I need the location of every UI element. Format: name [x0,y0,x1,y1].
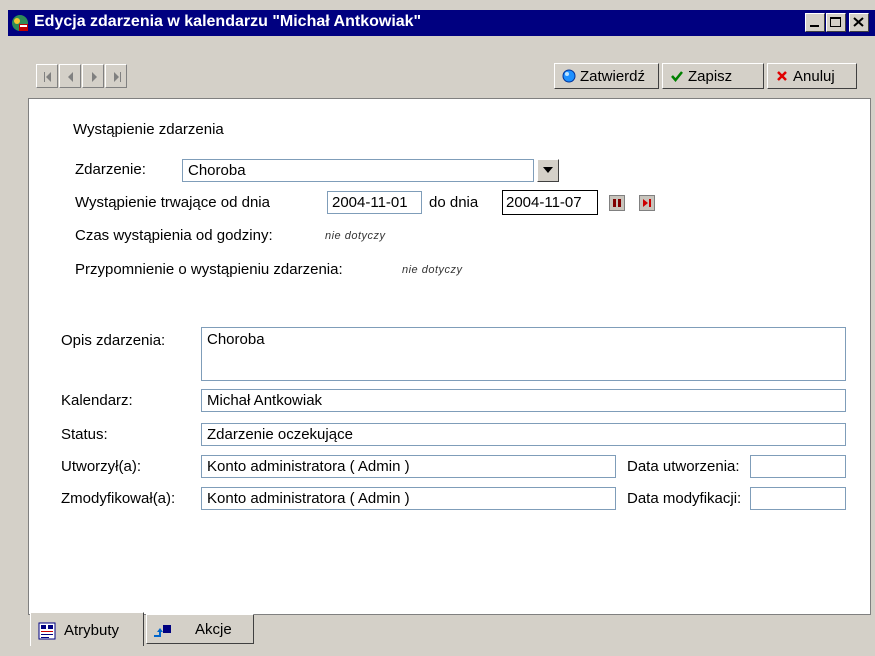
confirm-button[interactable]: Zatwierdź [554,63,659,89]
created-date-label: Data utworzenia: [627,458,740,475]
created-by-label: Utworzył(a): [61,458,142,475]
chevron-down-icon [543,167,553,173]
confirm-label: Zatwierdź [580,68,646,85]
tab-attributes-label: Atrybuty [64,622,120,639]
description-field[interactable]: Choroba [201,327,846,381]
date-to-field[interactable]: 2004-11-07 [502,190,598,215]
minimize-button[interactable] [805,13,825,32]
save-label: Zapisz [688,68,733,85]
status-label: Status: [61,426,108,443]
created-by-field[interactable]: Konto administratora ( Admin ) [201,455,616,478]
window-title: Edycja zdarzenia w kalendarzu "Michał An… [34,13,422,30]
modified-date-field[interactable] [750,487,846,510]
occurrence-range-label: Wystąpienie trwające od dnia [75,194,270,211]
date-from-field[interactable]: 2004-11-01 [327,191,422,214]
prev-record-button[interactable] [59,64,81,88]
cancel-x-icon [777,71,787,81]
attributes-panel: Wystąpienie zdarzenia Zdarzenie: Choroba… [28,98,871,615]
actions-icon [154,625,171,637]
play-to-end-button[interactable] [639,195,655,211]
event-edit-window: Edycja zdarzenia w kalendarzu "Michał An… [0,0,875,656]
tab-actions[interactable]: Akcje [146,614,254,644]
cancel-button[interactable]: Anuluj [767,63,857,89]
time-label: Czas wystąpienia od godziny: [75,227,273,244]
play-end-icon [643,199,651,207]
calendar-field[interactable]: Michał Antkowiak [201,389,846,412]
maximize-icon [830,17,841,27]
confirm-dot-icon [562,69,576,83]
pause-icon [613,199,621,207]
occurrence-section-title: Wystąpienie zdarzenia [73,121,224,138]
modified-by-label: Zmodyfikował(a): [61,490,176,507]
close-icon [853,17,864,27]
first-record-button[interactable] [36,64,58,88]
close-button[interactable] [849,13,869,32]
status-field[interactable]: Zdarzenie oczekujące [201,423,846,446]
next-record-button[interactable] [82,64,104,88]
modified-by-field[interactable]: Konto administratora ( Admin ) [201,487,616,510]
prev-record-icon [68,72,73,82]
cancel-label: Anuluj [793,68,835,85]
last-record-button[interactable] [105,64,127,88]
event-select[interactable]: Choroba [182,159,534,182]
save-button[interactable]: Zapisz [662,63,764,89]
last-record-icon [114,72,121,82]
calendar-label: Kalendarz: [61,392,133,409]
first-record-icon [44,72,51,82]
tab-actions-label: Akcje [195,621,232,638]
created-date-field[interactable] [750,455,846,478]
event-dropdown-button[interactable] [537,159,559,182]
next-record-icon [92,72,97,82]
app-icon [12,15,28,31]
modified-date-label: Data modyfikacji: [627,490,742,507]
description-label: Opis zdarzenia: [61,332,166,349]
to-date-label: do dnia [429,194,479,211]
checkmark-icon [671,71,683,82]
title-bar[interactable]: Edycja zdarzenia w kalendarzu "Michał An… [8,10,875,36]
event-label: Zdarzenie: [75,161,146,178]
attributes-icon [38,622,56,640]
pause-button[interactable] [609,195,625,211]
minimize-icon [810,25,819,27]
reminder-label: Przypomnienie o wystąpieniu zdarzenia: [75,261,343,278]
reminder-value: nie dotyczy [402,264,463,276]
tab-attributes[interactable]: Atrybuty [30,612,144,646]
maximize-button[interactable] [826,13,846,32]
time-value: nie dotyczy [325,230,386,242]
